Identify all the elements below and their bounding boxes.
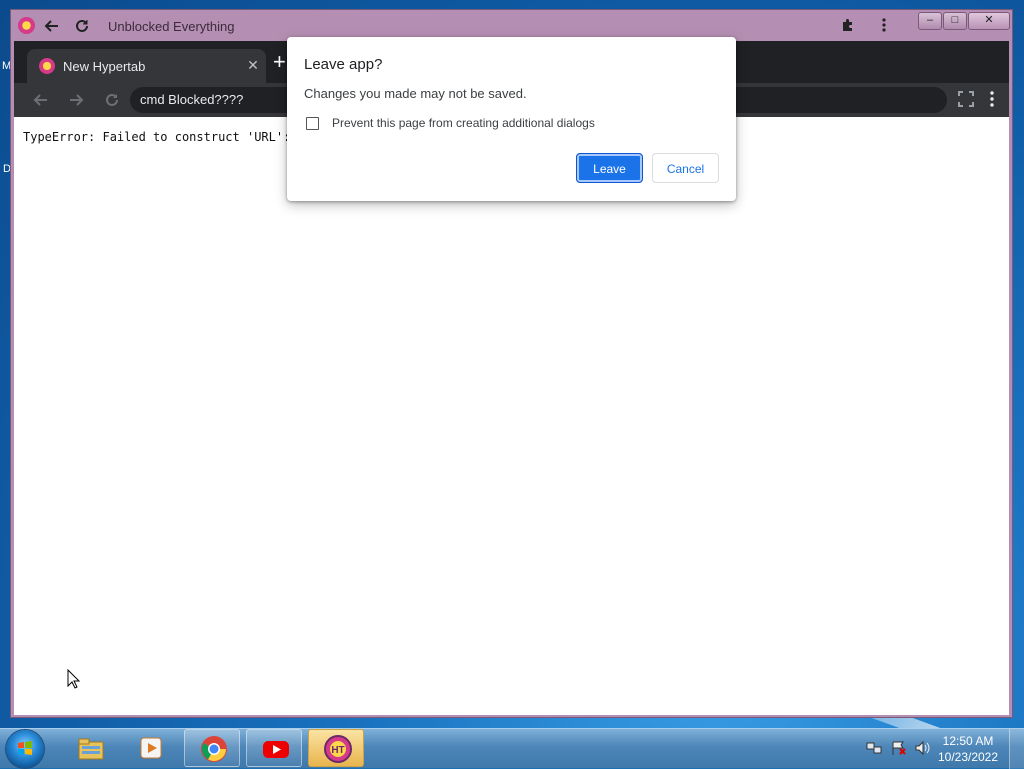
taskbar-youtube[interactable]: [246, 729, 302, 767]
clock-date: 10/23/2022: [937, 750, 999, 764]
taskbar-hypertab[interactable]: HT: [308, 729, 364, 767]
cancel-button[interactable]: Cancel: [652, 153, 719, 183]
page-content: TypeError: Failed to construct 'URL':: [14, 117, 1009, 715]
hypertab-icon: HT: [324, 735, 352, 763]
maximize-button[interactable]: □: [943, 12, 967, 30]
browser-menu-icon[interactable]: [989, 90, 995, 113]
more-menu-icon[interactable]: [881, 17, 887, 38]
dialog-message: Changes you made may not be saved.: [304, 86, 527, 101]
tab-favicon-icon: [39, 58, 55, 74]
action-center-flag-icon[interactable]: [891, 741, 907, 755]
windows-logo-icon: [18, 741, 32, 755]
media-player-icon: [140, 737, 162, 759]
prevent-dialogs-label[interactable]: Prevent this page from creating addition…: [332, 116, 595, 130]
reload-icon[interactable]: [72, 16, 92, 36]
fullscreen-icon[interactable]: [957, 90, 975, 113]
taskbar-file-explorer[interactable]: [62, 729, 118, 767]
dialog-title: Leave app?: [304, 56, 383, 73]
taskbar: HT 12:50 AM 10/23/2022: [0, 728, 1024, 769]
prevent-dialogs-checkbox[interactable]: [306, 117, 319, 130]
forward-icon[interactable]: [66, 90, 86, 110]
address-bar-text: cmd Blocked????: [140, 92, 244, 107]
error-message: TypeError: Failed to construct 'URL':: [23, 130, 291, 144]
extensions-puzzle-icon[interactable]: [839, 17, 857, 35]
tab-close-icon[interactable]: ✕: [244, 56, 262, 74]
clock-time: 12:50 AM: [942, 734, 994, 748]
chrome-icon: [201, 736, 227, 762]
file-explorer-icon: [78, 738, 104, 760]
system-clock[interactable]: 12:50 AM 10/23/2022: [933, 733, 1003, 765]
reload-icon[interactable]: [102, 90, 122, 110]
window-title: Unblocked Everything: [108, 19, 235, 34]
leave-button[interactable]: Leave: [576, 153, 643, 183]
tab-new-hypertab[interactable]: New Hypertab ✕: [27, 49, 266, 83]
tab-title: New Hypertab: [63, 59, 146, 74]
back-icon[interactable]: [31, 90, 51, 110]
network-icon[interactable]: [866, 741, 882, 755]
youtube-icon: [263, 741, 289, 758]
taskbar-chrome[interactable]: [184, 729, 240, 767]
new-tab-button[interactable]: +: [273, 51, 286, 73]
volume-icon[interactable]: [915, 741, 931, 755]
mouse-cursor-icon: [67, 669, 81, 689]
close-button[interactable]: ✕: [968, 12, 1010, 30]
svg-text:HT: HT: [331, 745, 344, 756]
taskbar-media-player[interactable]: [122, 729, 178, 767]
hypertab-logo-icon: [18, 17, 35, 34]
leave-app-dialog: Leave app? Changes you made may not be s…: [287, 37, 736, 201]
start-button[interactable]: [6, 730, 44, 768]
show-desktop-button[interactable]: [1009, 729, 1024, 769]
minimize-button[interactable]: –: [918, 12, 942, 30]
back-arrow-icon[interactable]: [42, 16, 62, 36]
